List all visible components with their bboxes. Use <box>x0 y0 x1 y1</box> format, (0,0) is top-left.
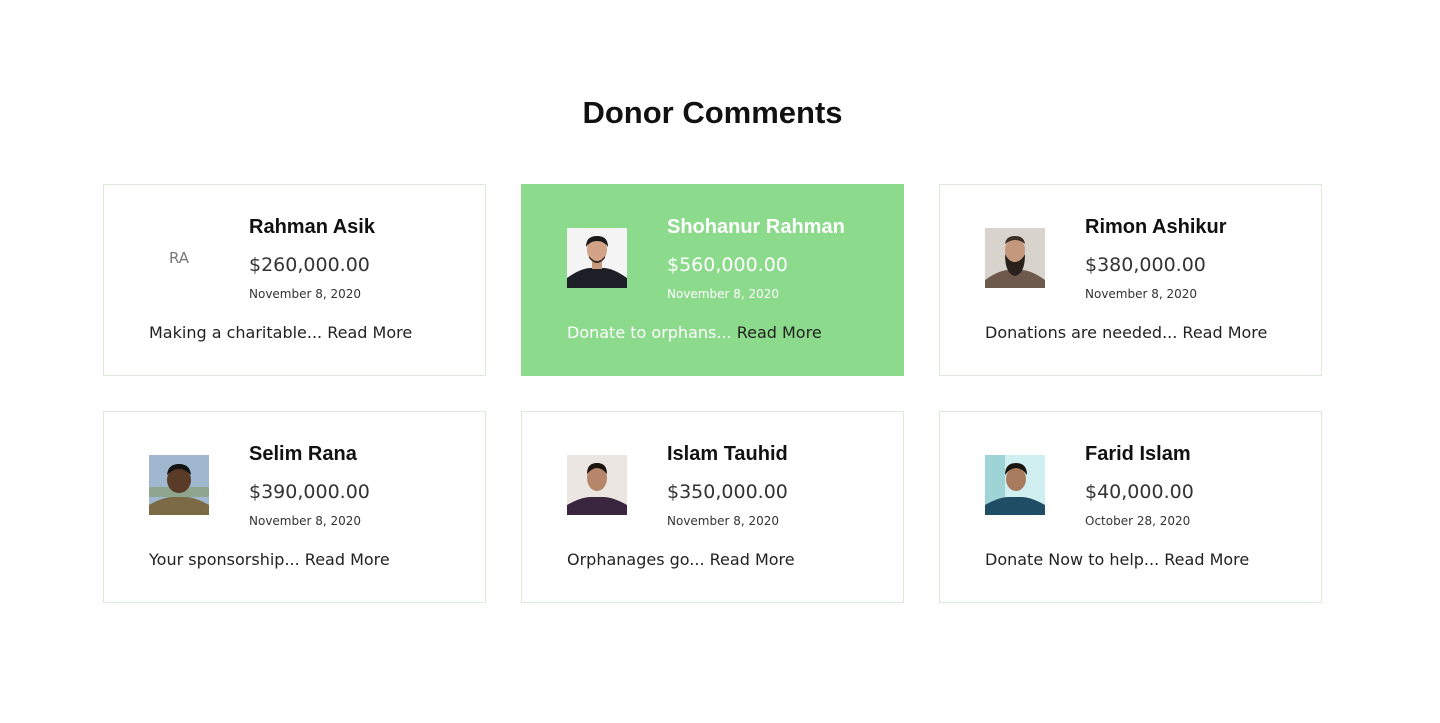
donation-amount: $260,000.00 <box>249 254 370 276</box>
donation-amount: $40,000.00 <box>1085 481 1194 503</box>
avatar <box>149 455 209 515</box>
comment-text: Donate to orphans... Read More <box>567 323 822 342</box>
avatar <box>567 228 627 288</box>
read-more-link[interactable]: Read More <box>737 323 822 342</box>
donation-date: November 8, 2020 <box>1085 287 1198 301</box>
donor-comments-grid: RA Rahman Asik $260,000.00 November 8, 2… <box>103 184 1322 603</box>
read-more-link[interactable]: Read More <box>1164 550 1249 569</box>
comment-excerpt: Donations are needed... <box>985 323 1178 342</box>
comment-text: Donations are needed... Read More <box>985 323 1267 342</box>
donor-card[interactable]: Farid Islam $40,000.00 October 28, 2020 … <box>939 411 1322 603</box>
donor-card[interactable]: Selim Rana $390,000.00 November 8, 2020 … <box>103 411 486 603</box>
avatar <box>567 455 627 515</box>
donor-name: Rahman Asik <box>249 216 375 238</box>
comment-text: Making a charitable... Read More <box>149 323 412 342</box>
donation-amount: $380,000.00 <box>1085 254 1206 276</box>
comment-excerpt: Orphanages go... <box>567 550 705 569</box>
donation-amount: $560,000.00 <box>667 254 788 276</box>
donation-date: November 8, 2020 <box>249 514 362 528</box>
avatar <box>985 455 1045 515</box>
comment-excerpt: Making a charitable... <box>149 323 323 342</box>
donation-date: November 8, 2020 <box>667 287 780 301</box>
donor-name: Shohanur Rahman <box>667 216 845 238</box>
donation-amount: $390,000.00 <box>249 481 370 503</box>
donor-name: Selim Rana <box>249 443 357 465</box>
donor-card[interactable]: Shohanur Rahman $560,000.00 November 8, … <box>521 184 904 376</box>
donation-date: November 8, 2020 <box>249 287 362 301</box>
section-title: Donor Comments <box>582 95 843 130</box>
read-more-link[interactable]: Read More <box>1182 323 1267 342</box>
avatar-initials: RA <box>168 249 190 267</box>
read-more-link[interactable]: Read More <box>710 550 795 569</box>
comment-text: Donate Now to help... Read More <box>985 550 1249 569</box>
read-more-link[interactable]: Read More <box>305 550 390 569</box>
comment-excerpt: Donate to orphans... <box>567 323 732 342</box>
comment-text: Your sponsorship... Read More <box>149 550 390 569</box>
comment-text: Orphanages go... Read More <box>567 550 795 569</box>
donor-name: Islam Tauhid <box>667 443 788 465</box>
comment-excerpt: Your sponsorship... <box>149 550 300 569</box>
donation-amount: $350,000.00 <box>667 481 788 503</box>
donor-card[interactable]: Islam Tauhid $350,000.00 November 8, 202… <box>521 411 904 603</box>
donor-card[interactable]: RA Rahman Asik $260,000.00 November 8, 2… <box>103 184 486 376</box>
donation-date: November 8, 2020 <box>667 514 780 528</box>
comment-excerpt: Donate Now to help... <box>985 550 1160 569</box>
avatar <box>985 228 1045 288</box>
read-more-link[interactable]: Read More <box>327 323 412 342</box>
donor-name: Farid Islam <box>1085 443 1191 465</box>
donor-card[interactable]: Rimon Ashikur $380,000.00 November 8, 20… <box>939 184 1322 376</box>
donor-name: Rimon Ashikur <box>1085 216 1227 238</box>
donation-date: October 28, 2020 <box>1085 514 1191 528</box>
